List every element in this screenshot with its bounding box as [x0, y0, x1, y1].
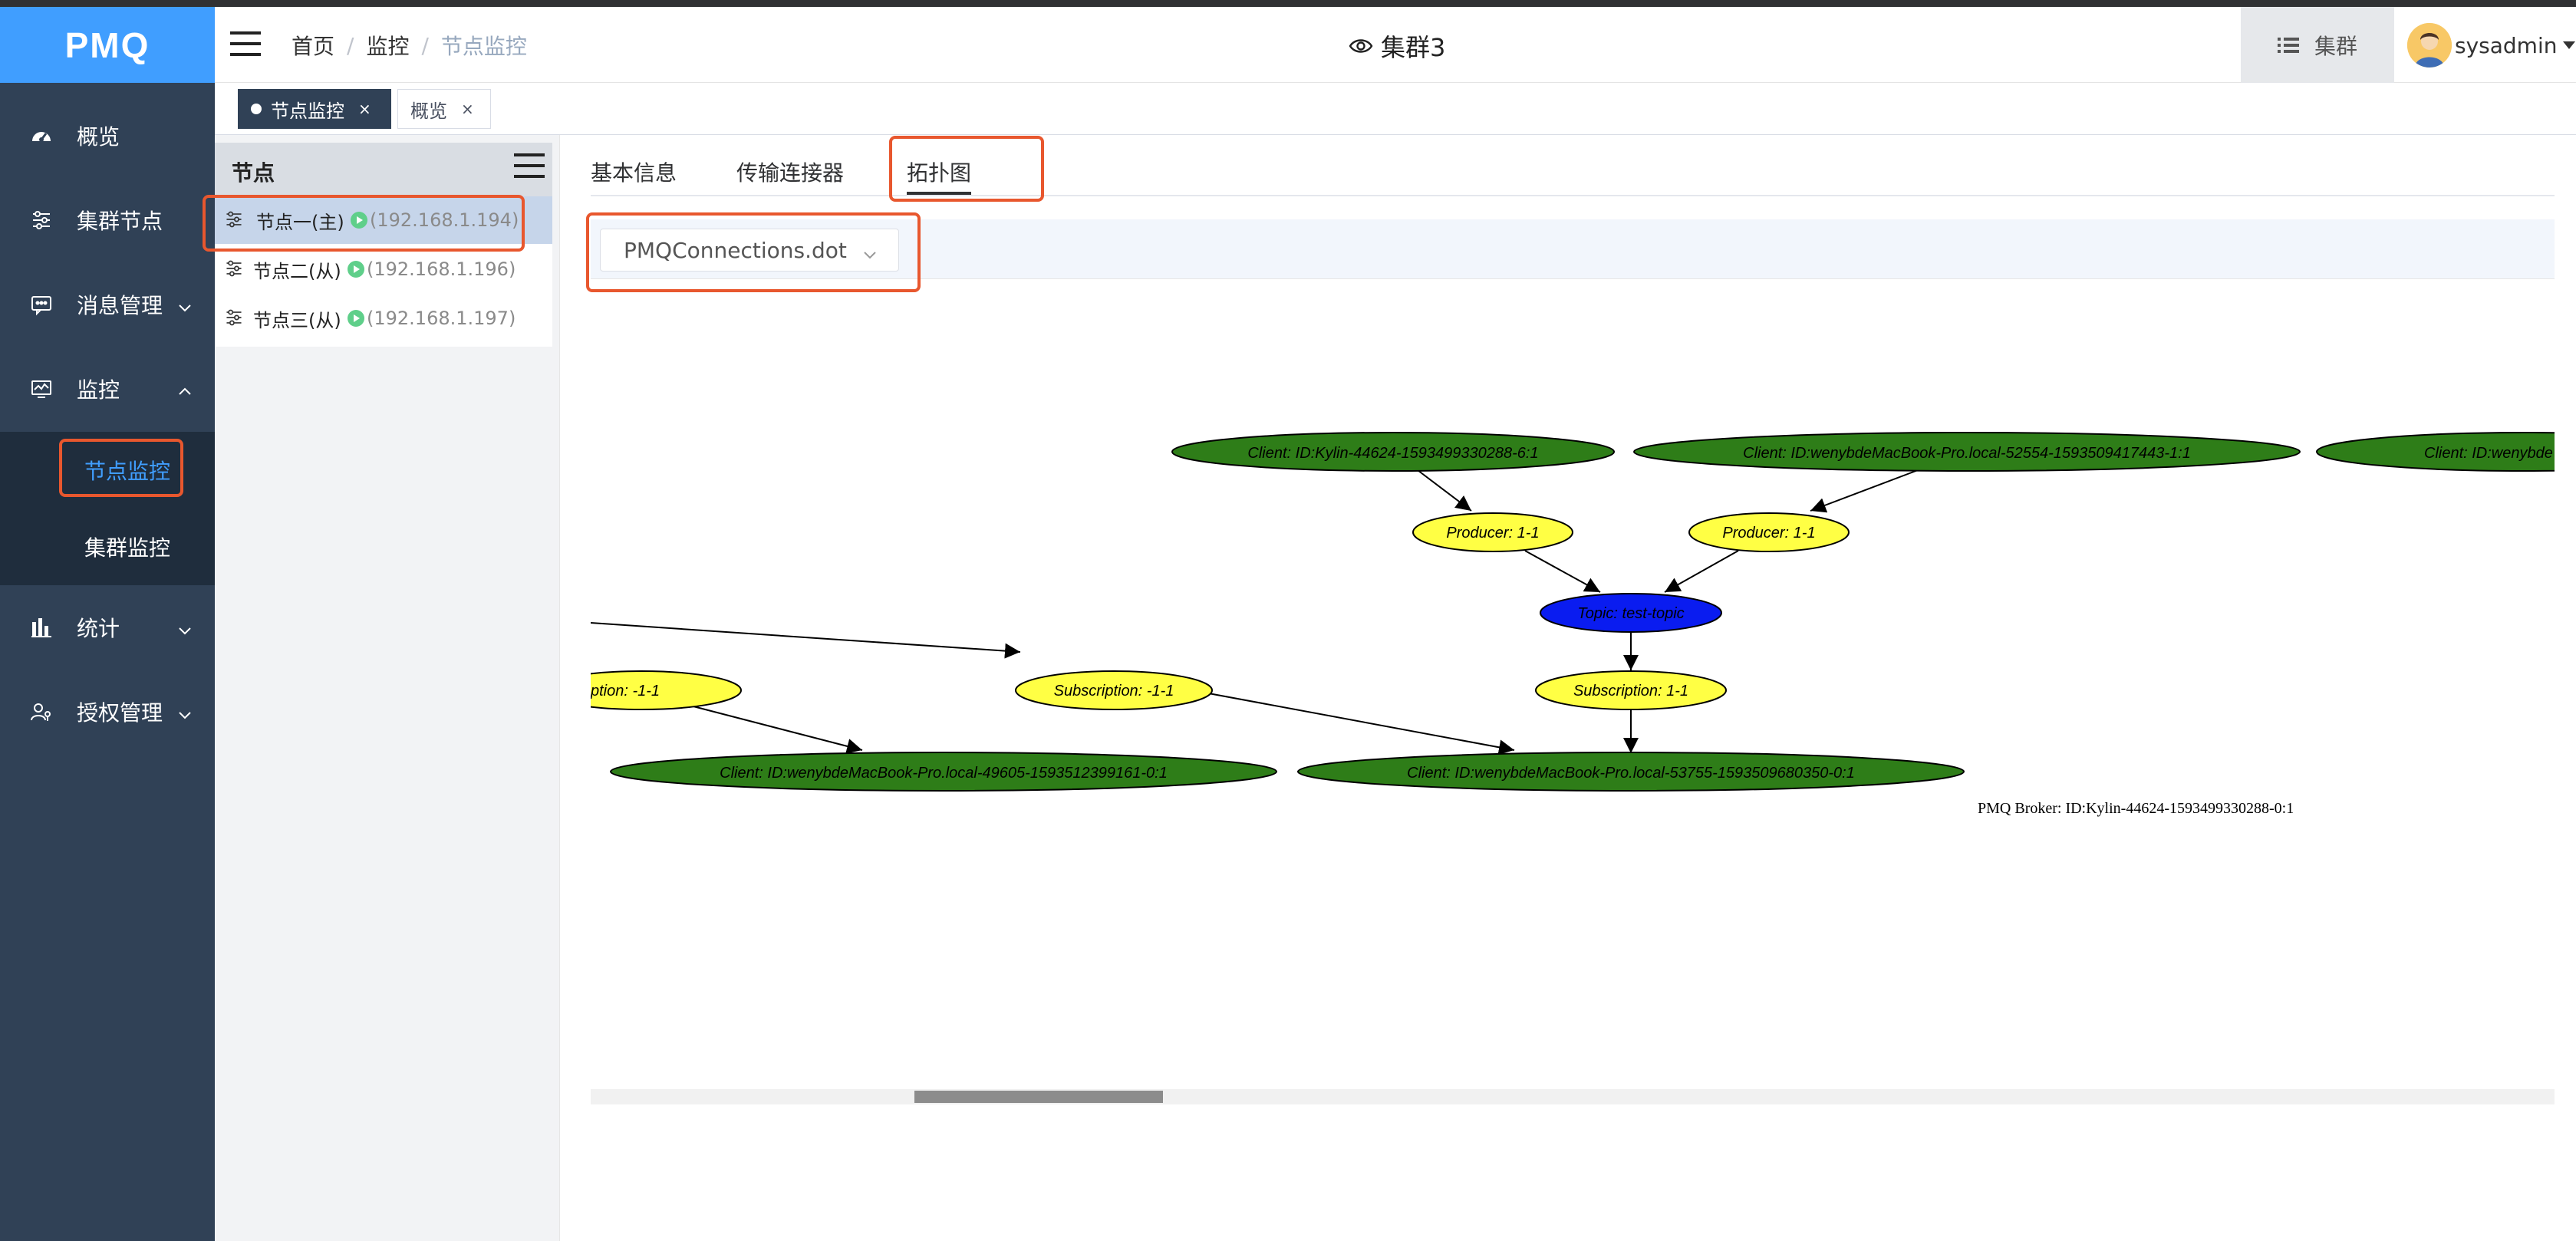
highlight-box-node-1 [203, 195, 525, 252]
edge [1417, 469, 1472, 512]
chevron-up-icon [176, 380, 193, 397]
node-ip: (192.168.1.197) [367, 308, 516, 329]
chevron-down-icon [176, 296, 193, 313]
graph-node-label: Client: ID:Kylin-44624-1593499330288-6:1 [1247, 445, 1538, 462]
cluster-button[interactable]: 集群 [2241, 7, 2394, 83]
tag-label: 概览 [410, 100, 447, 122]
username: sysadmin [2455, 32, 2558, 58]
horizontal-scrollbar[interactable] [591, 1089, 2555, 1104]
menu-icon[interactable] [514, 152, 545, 179]
graph-broker-label: PMQ Broker: ID:Kylin-44624-1593499330288… [1978, 800, 2294, 817]
chevron-down-icon [176, 619, 193, 636]
sidebar-item-label: 统计 [77, 616, 120, 641]
breadcrumb-current: 节点监控 [440, 34, 527, 59]
sidebar-item-message-management[interactable]: 消息管理 [0, 262, 215, 347]
app-logo[interactable]: PMQ [0, 7, 215, 83]
graph-node-label: Producer: 1-1 [1722, 525, 1815, 541]
highlight-box-node-monitor [59, 439, 183, 497]
tag-node-monitor[interactable]: 节点监控 × [238, 89, 391, 129]
tree-header: 节点 [215, 143, 552, 196]
tag-overview[interactable]: 概览 × [397, 89, 491, 129]
avatar [2407, 23, 2452, 67]
sidebar-item-label: 监控 [77, 377, 120, 403]
sliders-icon [224, 258, 245, 280]
user-menu[interactable]: sysadmin [2407, 18, 2576, 73]
logo-text: PMQ [64, 25, 150, 65]
cluster-title-text: 集群3 [1381, 33, 1446, 62]
tree-node-3[interactable]: 节点三(从) (192.168.1.197) [215, 295, 552, 342]
tab-basic-info[interactable]: 基本信息 [591, 156, 677, 187]
tree-node-2[interactable]: 节点二(从) (192.168.1.196) [215, 245, 552, 293]
tag-label: 节点监控 [271, 100, 344, 122]
graph-node-label: Subscription: 1-1 [1573, 683, 1688, 700]
user-key-icon [29, 700, 54, 724]
navbar: 首页 / 监控 / 节点监控 集群3 集群 sysadmin [215, 7, 2576, 83]
monitor-icon [29, 377, 54, 401]
sidebar-item-label: 消息管理 [77, 293, 163, 318]
sidebar-item-label: 概览 [77, 124, 120, 150]
graph-node-label: ption: -1-1 [591, 683, 660, 700]
edge [690, 705, 863, 754]
active-dot-icon [251, 104, 262, 114]
list-icon [2277, 37, 2299, 53]
breadcrumb-home[interactable]: 首页 [292, 30, 334, 61]
submenu-item-label: 集群监控 [84, 535, 171, 561]
node-name: 节点二(从) [253, 260, 341, 282]
main-content: 基本信息 传输连接器 拓扑图 PMQConnections.dot Client… [560, 135, 2576, 1241]
graph-node-label: Client: ID:wenybdeMacBook-Pro.local-5375… [1407, 765, 1855, 782]
tree-title: 节点 [232, 160, 275, 186]
sidebar-item-statistics[interactable]: 统计 [0, 585, 215, 670]
topology-graph[interactable]: Client: ID:Kylin-44624-1593499330288-6:1… [591, 288, 2555, 1094]
sidebar-item-monitor[interactable]: 监控 [0, 347, 215, 431]
eye-icon [1349, 39, 1373, 53]
edge [1191, 690, 1515, 755]
edge [1810, 469, 1919, 513]
tab-bar: 基本信息 传输连接器 拓扑图 [591, 150, 2555, 196]
tab-transport-connectors[interactable]: 传输连接器 [736, 156, 844, 187]
sliders-icon [29, 208, 54, 232]
sliders-icon [224, 308, 245, 329]
node-tree-panel: 节点 节点一(主) (192.168.1.194) 节点二(从) (192.16… [215, 135, 560, 1241]
running-icon [347, 309, 365, 328]
cluster-title: 集群3 [1349, 28, 1445, 64]
chevron-down-icon [176, 703, 193, 720]
highlight-box-dot-select [586, 212, 921, 292]
running-icon [347, 260, 365, 278]
bar-chart-icon [29, 615, 54, 640]
edge [1524, 550, 1601, 593]
edge [591, 622, 1021, 659]
tags-view: 节点监控 × 概览 × [215, 83, 2576, 135]
highlight-box-topology-tab [889, 136, 1044, 202]
graph-node-label: Topic: test-topic [1577, 605, 1684, 622]
graph-node-label: Client: ID:wenybdeMacBook-Pro.local-5255… [1743, 445, 2191, 462]
message-icon [29, 292, 54, 317]
window-top-strip [0, 0, 2576, 7]
close-icon[interactable]: × [358, 100, 371, 118]
graph-node-label: Producer: 1-1 [1446, 525, 1539, 541]
edge [1664, 550, 1739, 593]
sidebar-item-label: 授权管理 [77, 700, 163, 726]
breadcrumb: 首页 / 监控 / 节点监控 [292, 30, 527, 61]
breadcrumb-separator: / [347, 32, 354, 58]
node-ip: (192.168.1.196) [367, 258, 516, 280]
hamburger-icon[interactable] [230, 30, 261, 58]
scrollbar-thumb[interactable] [914, 1091, 1163, 1103]
cluster-button-label: 集群 [2314, 33, 2357, 59]
breadcrumb-separator: / [421, 32, 429, 58]
sidebar-item-authorization[interactable]: 授权管理 [0, 670, 215, 754]
sidebar-item-label: 集群节点 [77, 209, 163, 234]
node-name: 节点三(从) [253, 309, 341, 331]
graph-node-label: Client: ID:wenybde [2424, 445, 2553, 462]
caret-down-icon [2563, 41, 2576, 49]
graph-node-label: Subscription: -1-1 [1054, 683, 1174, 700]
breadcrumb-monitor[interactable]: 监控 [366, 30, 409, 61]
sidebar-item-overview[interactable]: 概览 [0, 94, 215, 178]
submenu-item-cluster-monitor[interactable]: 集群监控 [0, 509, 215, 585]
graph-node-label: Client: ID:wenybdeMacBook-Pro.local-4960… [720, 765, 1168, 782]
sidebar: PMQ 概览 集群节点 消息管理 监控 节点监控 集群监控 统计 授权管理 [0, 7, 215, 1241]
close-icon[interactable]: × [461, 100, 474, 118]
sidebar-item-cluster-nodes[interactable]: 集群节点 [0, 178, 215, 262]
dashboard-icon [29, 123, 54, 148]
